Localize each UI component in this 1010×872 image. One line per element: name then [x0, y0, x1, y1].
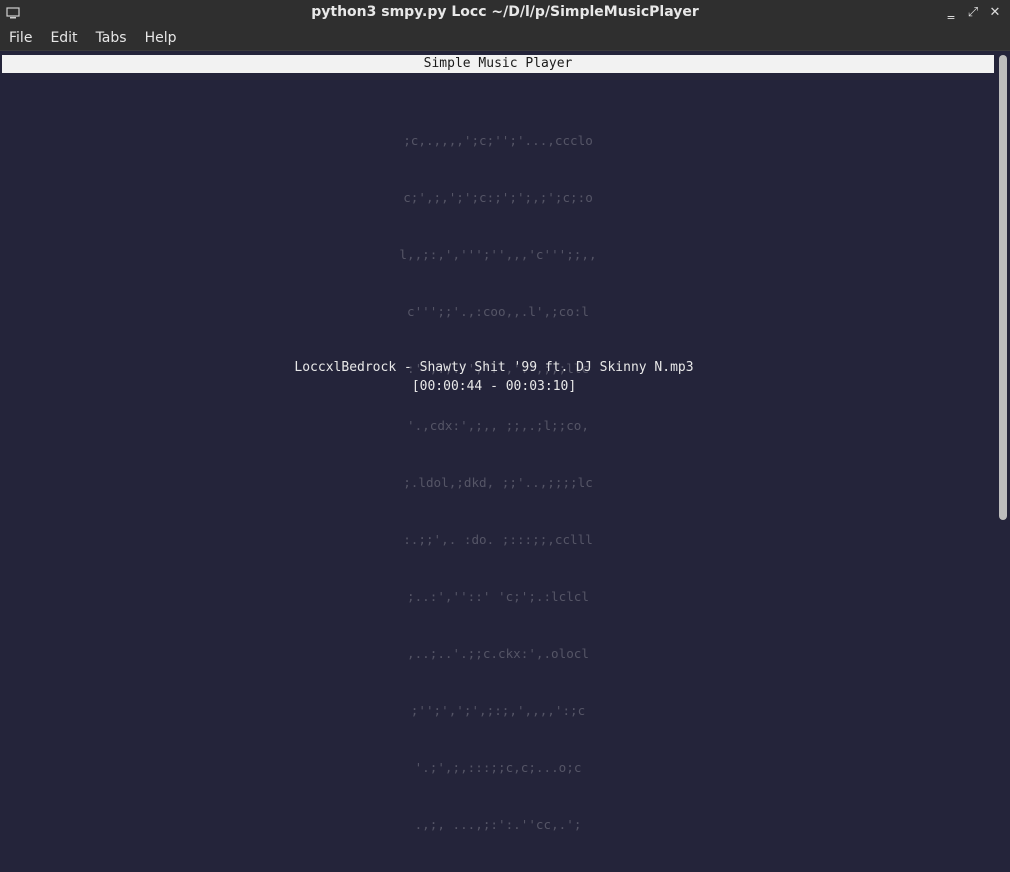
close-icon[interactable]: ✕	[986, 3, 1004, 21]
terminal-area[interactable]: Simple Music Player ;c,.,,,,';c;'';'...,…	[0, 51, 996, 832]
art-line: ;c,.,,,,';c;'';'...,ccclo	[403, 133, 593, 148]
menu-file[interactable]: File	[0, 30, 41, 46]
art-line: ,..;..'.;;c.ckx:',.olocl	[407, 646, 589, 661]
menubar: File Edit Tabs Help	[0, 26, 1010, 51]
menu-help[interactable]: Help	[136, 30, 186, 46]
window-titlebar: python3 smpy.py Locc ~/D/l/p/SimpleMusic…	[0, 0, 1010, 26]
art-line: ;.ldol,;dkd, ;;'..,;;;;lc	[403, 475, 593, 490]
player-header: Simple Music Player	[2, 55, 994, 73]
art-line: l,,;:,',''';'',,,'c''';;,,	[399, 247, 597, 262]
art-line: c;',;,';';c:;';';,;';c;:o	[403, 190, 593, 205]
art-line: :.;;',. :do. ;:::;;,cclll	[403, 532, 593, 547]
art-line: c''';;'.,:coo,,.l',;co:l	[407, 304, 589, 319]
playback-time: [00:00:44 - 00:03:10]	[411, 379, 577, 394]
terminal-scrollbar[interactable]	[996, 51, 1010, 530]
window-title: python3 smpy.py Locc ~/D/l/p/SimpleMusic…	[311, 4, 699, 20]
maximize-icon[interactable]: ⤢	[964, 3, 982, 21]
art-line: '.;',;,:::;;c,c;...o;c	[414, 760, 582, 775]
minimize-icon[interactable]: ‗	[942, 3, 960, 21]
window-controls: ‗ ⤢ ✕	[942, 3, 1004, 21]
scrollbar-thumb[interactable]	[999, 55, 1007, 520]
menu-tabs[interactable]: Tabs	[87, 30, 136, 46]
menu-edit[interactable]: Edit	[41, 30, 86, 46]
art-line: '.,cdx:',;,, ;;,.;l;;co,	[407, 418, 589, 433]
art-line: .,;, ...,;:':.''cc,.';	[414, 817, 582, 832]
album-ascii-art: ;c,.,,,,';c;'';'...,ccclo c;',;,';';c:;'…	[0, 93, 996, 872]
art-line: ;'';',';',;:;,',,,,':;c	[410, 703, 586, 718]
now-playing-track: LoccxlBedrock - Shawty Shit '99 ft. DJ S…	[294, 360, 694, 375]
art-line: ;..:',''::' 'c;';.:lclcl	[407, 589, 589, 604]
